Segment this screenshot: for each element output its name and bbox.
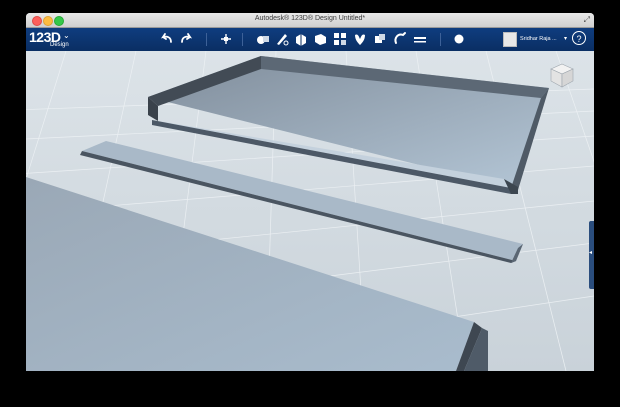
grouping-icon [355,34,365,45]
user-menu-caret-icon[interactable]: ▾ [564,35,567,42]
material-button[interactable] [451,31,467,47]
construct-icon [296,34,306,46]
undo-button[interactable] [159,31,175,47]
redo-icon [181,33,193,43]
text-icon [414,37,426,43]
measure-icon [394,32,406,44]
app-window: Autodesk® 123D® Design Untitled* ⤢ 123D … [26,13,594,371]
toolbar-divider [242,33,243,46]
modify-button[interactable] [312,31,328,47]
measure-button[interactable] [392,31,408,47]
viewcube-icon[interactable] [548,61,576,89]
user-avatar[interactable] [503,32,517,47]
toolbar-divider [206,33,207,46]
toolbar-divider [440,33,441,46]
primitives-icon [257,36,269,44]
primitives-button[interactable] [255,31,271,47]
pattern-button[interactable] [332,31,348,47]
grouping-button[interactable] [352,31,368,47]
app-menu-caret-icon[interactable]: ⌄ [63,31,70,40]
window-title: Autodesk® 123D® Design Untitled* [254,15,366,22]
side-panel-chevron-icon[interactable]: ◂ [589,249,592,256]
pattern-icon [334,33,346,45]
user-name[interactable]: Sridhar Raja ... [520,36,557,42]
fullscreen-icon[interactable]: ⤢ [584,15,590,25]
title-bar: Autodesk® 123D® Design Untitled* ⤢ [26,13,594,28]
transform-button[interactable] [218,31,234,47]
modify-icon [315,34,326,45]
sketch-button[interactable] [274,31,290,47]
help-button[interactable]: ? [572,31,586,45]
material-icon [454,34,464,44]
text-button[interactable] [412,31,428,47]
transform-icon [221,34,231,44]
combine-icon [375,34,385,43]
main-toolbar: 123D Design ⌄ Sridhar Raja ... ▾ ? [26,28,594,51]
redo-button[interactable] [178,31,194,47]
sketch-icon [277,34,289,46]
undo-icon [160,33,172,43]
combine-button[interactable] [372,31,388,47]
app-logo-subtitle: Design [50,42,69,48]
construct-button[interactable] [293,31,309,47]
3d-viewport[interactable]: ◂ [26,51,594,371]
viewport-canvas[interactable] [26,51,594,371]
